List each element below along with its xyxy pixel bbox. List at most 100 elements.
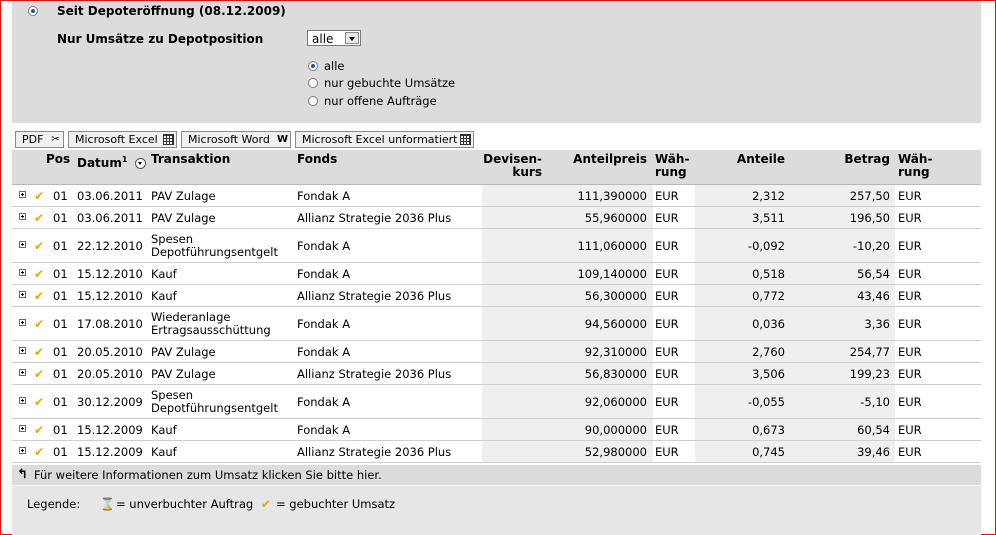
cell-pos: 01 <box>53 367 68 381</box>
cell-anteilpreis: 92,060000 <box>584 395 647 409</box>
legend-label: Legende: <box>27 497 81 511</box>
expand-icon[interactable] <box>19 397 26 404</box>
cell-transaktion-line1: Wiederanlage <box>151 310 231 324</box>
cell-waehrung: EUR <box>655 345 679 359</box>
word-icon: W <box>277 134 289 145</box>
position-filter-label: Nur Umsätze zu Depotposition <box>57 32 264 46</box>
cell-waehrung: EUR <box>655 395 679 409</box>
cell-betrag: 60,54 <box>857 423 890 437</box>
cell-anteilpreis: 56,830000 <box>584 367 647 381</box>
table-row[interactable]: ✔ 01 03.06.2011 PAV Zulage Allianz Strategie… <box>12 207 981 229</box>
col-waehrung-betrag: Wäh-rung <box>898 153 932 179</box>
expand-icon[interactable] <box>19 191 26 198</box>
chevron-down-icon[interactable] <box>345 32 359 44</box>
cell-waehrung-betrag: EUR <box>898 239 922 253</box>
col-waehrung-line1: Wäh- <box>655 152 690 166</box>
cell-anteile: -0,092 <box>747 239 785 253</box>
info-link[interactable]: Für weitere Informationen zum Umsatz kli… <box>34 468 382 482</box>
option-booked-radio[interactable] <box>308 78 318 88</box>
cell-fonds: Fondak A <box>297 317 351 331</box>
cell-fonds: Fondak A <box>297 189 351 203</box>
option-open-label: nur offene Aufträge <box>324 94 437 108</box>
cell-transaktion-line2: Depotführungsentgelt <box>151 245 278 259</box>
cell-anteilpreis: 111,060000 <box>577 239 647 253</box>
cell-anteile: 2,760 <box>752 345 785 359</box>
cell-fonds: Allianz Strategie 2036 Plus <box>297 289 452 303</box>
table-row[interactable]: ✔ 01 20.05.2010 PAV Zulage Allianz Strategie… <box>12 363 981 385</box>
cell-anteile: -0,055 <box>747 395 785 409</box>
excel-unformatted-button-label: Microsoft Excel unformatiert <box>302 133 458 146</box>
cell-betrag: 254,77 <box>849 345 890 359</box>
footnote-marker: 1 <box>121 155 128 164</box>
word-button-label: Microsoft Word <box>188 133 270 146</box>
sort-icon[interactable] <box>134 158 146 169</box>
table-row[interactable]: ✔ 01 20.05.2010 PAV Zulage Fondak A 92,310000… <box>12 341 981 363</box>
expand-icon[interactable] <box>19 291 26 298</box>
expand-icon[interactable] <box>19 269 26 276</box>
checkmark-icon: ✔ <box>34 189 45 203</box>
cell-anteile: 0,772 <box>752 289 785 303</box>
cell-anteilpreis: 90,000000 <box>584 423 647 437</box>
cell-pos: 01 <box>53 445 68 459</box>
period-radio[interactable] <box>28 6 38 16</box>
cell-betrag: 39,46 <box>857 445 890 459</box>
table-row[interactable]: ✔ 01 15.12.2009 Kauf Allianz Strategie 2036 … <box>12 441 981 463</box>
cell-pos: 01 <box>53 267 68 281</box>
option-open-radio[interactable] <box>308 96 318 106</box>
option-booked-label: nur gebuchte Umsätze <box>324 76 456 90</box>
checkmark-icon: ✔ <box>34 267 45 281</box>
table-row[interactable]: ✔ 01 15.12.2009 Kauf Fondak A 90,000000 EUR 0,6… <box>12 419 981 441</box>
table-row[interactable]: ✔ 01 15.12.2010 Kauf Allianz Strategie 2036 … <box>12 285 981 307</box>
table-icon <box>460 134 471 145</box>
excel-button[interactable]: Microsoft Excel <box>68 131 177 148</box>
cell-datum: 22.12.2010 <box>77 239 143 253</box>
cell-pos: 01 <box>53 423 68 437</box>
cell-datum: 15.12.2010 <box>77 267 143 281</box>
table-row[interactable]: ✔ 01 22.12.2010 Spesen Depotführungsentgelt F… <box>12 229 981 263</box>
option-all-radio[interactable] <box>308 61 318 71</box>
cell-betrag: 196,50 <box>849 211 890 225</box>
table-row[interactable]: ✔ 01 30.12.2009 Spesen Depotführungsentgelt F… <box>12 385 981 419</box>
return-arrow-icon: ↰ <box>17 467 28 482</box>
table-row[interactable]: ✔ 01 03.06.2011 PAV Zulage Fondak A 111,39000… <box>12 185 981 207</box>
cell-betrag: -5,10 <box>860 395 890 409</box>
table-row[interactable]: ✔ 01 17.08.2010 Wiederanlage Ertragsausschüt… <box>12 307 981 341</box>
cell-anteile: 3,506 <box>752 367 785 381</box>
cell-betrag: 199,23 <box>849 367 890 381</box>
col-anteile: Anteile <box>736 152 785 166</box>
excel-unformatted-button[interactable]: Microsoft Excel unformatiert <box>295 131 474 148</box>
cell-transaktion: Kauf <box>151 445 177 459</box>
cell-betrag: 257,50 <box>849 189 890 203</box>
cell-fonds: Allianz Strategie 2036 Plus <box>297 367 452 381</box>
filter-panel: Seit Depoteröffnung (08.12.2009) Nur Ums… <box>12 1 981 123</box>
expand-icon[interactable] <box>19 347 26 354</box>
position-select[interactable]: alle <box>307 30 361 46</box>
word-button[interactable]: Microsoft Word W <box>181 131 291 148</box>
expand-icon[interactable] <box>19 369 26 376</box>
table-row[interactable]: ✔ 01 15.12.2010 Kauf Fondak A 109,140000 EUR 0,… <box>12 263 981 285</box>
cell-waehrung-betrag: EUR <box>898 345 922 359</box>
cell-anteilpreis: 94,560000 <box>584 317 647 331</box>
expand-icon[interactable] <box>19 213 26 220</box>
expand-icon[interactable] <box>19 425 26 432</box>
col-devisenkurs-line2: kurs <box>512 165 542 179</box>
pdf-button[interactable]: PDF ✂ <box>15 131 64 148</box>
cell-anteilpreis: 55,960000 <box>584 211 647 225</box>
checkmark-icon: ✔ <box>34 445 45 459</box>
cell-datum: 03.06.2011 <box>77 189 143 203</box>
legend: Legende: ⌛ = unverbuchter Auftrag ✔ = ge… <box>12 486 981 535</box>
checkmark-icon: ✔ <box>34 345 45 359</box>
cell-anteilpreis: 56,300000 <box>584 289 647 303</box>
cell-transaktion: Wiederanlage Ertragsausschüttung <box>151 311 271 337</box>
expand-icon[interactable] <box>19 447 26 454</box>
cell-transaktion: PAV Zulage <box>151 367 216 381</box>
expand-icon[interactable] <box>19 241 26 248</box>
expand-icon[interactable] <box>19 319 26 326</box>
checkmark-icon: ✔ <box>34 395 45 409</box>
cell-waehrung: EUR <box>655 317 679 331</box>
cell-datum: 30.12.2009 <box>77 395 143 409</box>
cell-datum: 20.05.2010 <box>77 345 143 359</box>
col-datum[interactable]: Datum1 <box>77 153 146 170</box>
cell-waehrung-betrag: EUR <box>898 317 922 331</box>
cell-waehrung-betrag: EUR <box>898 423 922 437</box>
